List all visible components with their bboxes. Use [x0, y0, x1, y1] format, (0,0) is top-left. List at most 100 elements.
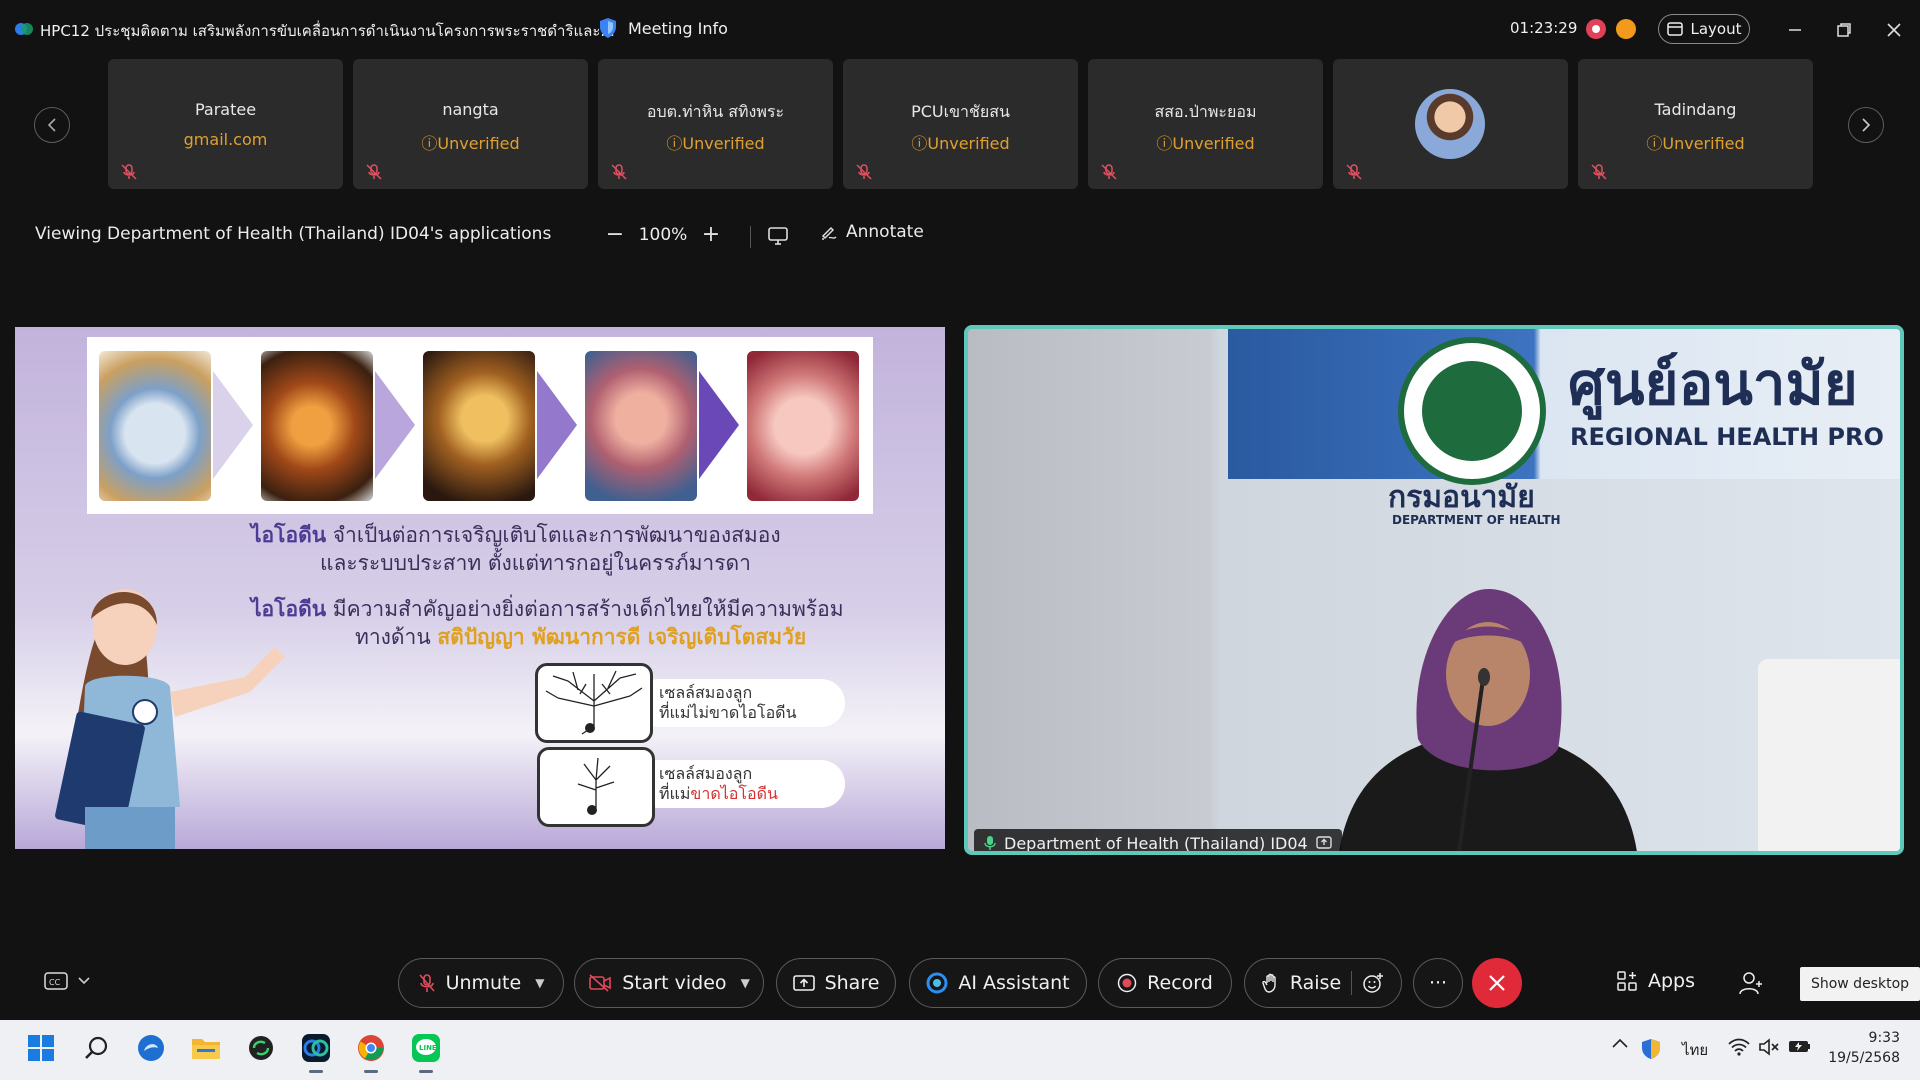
cell-label-line: เซลล์สมองลูก	[659, 683, 753, 702]
webex-icon	[302, 1034, 330, 1062]
record-label: Record	[1147, 972, 1213, 994]
chevron-right-icon	[1862, 118, 1871, 132]
raise-hand-button[interactable]: Raise	[1244, 958, 1402, 1008]
active-speaker-video[interactable]: กรมอนามัย DEPARTMENT OF HEALTH ศูนย์อนาม…	[964, 325, 1904, 855]
captions-button[interactable]: CC	[44, 972, 90, 990]
participant-tile[interactable]	[1333, 59, 1568, 189]
more-options-button[interactable]: ···	[1413, 958, 1463, 1008]
layout-icon	[1666, 22, 1683, 36]
participant-name: PCUเขาชัยสน	[911, 102, 1010, 121]
muted-mic-icon	[418, 974, 435, 992]
participant-email: gmail.com	[183, 130, 268, 149]
taskbar-app-chrome[interactable]	[354, 1031, 388, 1073]
recording-indicator-icon[interactable]	[1586, 19, 1606, 39]
speaker-figure	[1339, 589, 1637, 851]
zoom-level: 100%	[638, 224, 688, 245]
unverified-badge: ⓘUnverified	[353, 130, 588, 154]
taskbar-app-sync[interactable]	[244, 1031, 278, 1065]
chevron-down-icon	[78, 977, 90, 985]
strip-prev-button[interactable]	[34, 107, 70, 143]
participant-tile[interactable]: nangta ⓘUnverified	[353, 59, 588, 189]
share-screen-icon	[792, 975, 815, 991]
participant-name: Paratee	[194, 100, 257, 119]
window-title: HPC12 ประชุมติดตาม เสริมพลังการขับเคลื่อ…	[40, 22, 615, 40]
chevron-down-icon[interactable]: ▼	[741, 976, 750, 990]
chevron-up-icon[interactable]	[1612, 1038, 1628, 1048]
muted-mic-icon	[856, 164, 872, 180]
minimize-icon	[1789, 29, 1801, 31]
meeting-info-button[interactable]: Meeting Info	[598, 17, 728, 39]
zoom-out-button[interactable]: −	[600, 222, 630, 247]
line-app-icon: LINE	[412, 1034, 440, 1062]
start-video-button[interactable]: Start video ▼	[574, 958, 764, 1008]
start-button[interactable]	[24, 1031, 58, 1065]
taskbar-clock[interactable]: 9:33 19/5/2568	[1816, 1028, 1900, 1068]
unverified-badge: ⓘUnverified	[1578, 130, 1813, 154]
share-button[interactable]: Share	[776, 958, 896, 1008]
cell-label: เซลล์สมองลูก ที่แม่ขาดไอโอดีน	[635, 760, 845, 808]
slide-keyword: ไอโอดีน	[251, 523, 327, 547]
restore-button[interactable]	[1830, 16, 1858, 44]
zoom-in-button[interactable]: +	[696, 222, 726, 247]
share-label: Share	[824, 972, 880, 994]
layout-button[interactable]: Layout	[1658, 14, 1750, 44]
system-tray	[1612, 1038, 1628, 1048]
folder-icon	[192, 1039, 220, 1059]
strip-next-button[interactable]	[1848, 107, 1884, 143]
edge-browser-icon	[138, 1035, 164, 1061]
unverified-label: Unverified	[682, 134, 765, 153]
closed-captions-icon: CC	[44, 972, 68, 990]
meeting-timer: 01:23:29	[1510, 19, 1578, 37]
fit-screen-icon[interactable]	[767, 225, 789, 247]
participant-name: Tadindang	[1654, 100, 1737, 119]
taskbar-app-webex[interactable]	[299, 1031, 333, 1073]
participant-tile[interactable]: อบต.ท่าหิน สทิงพระ ⓘUnverified	[598, 59, 833, 189]
taskbar-app-browser[interactable]	[134, 1031, 168, 1065]
participant-name: อบต.ท่าหิน สทิงพระ	[646, 102, 785, 121]
close-button[interactable]	[1880, 16, 1908, 44]
zoom-control: − 100% +	[600, 222, 726, 247]
defender-shield-icon[interactable]	[1640, 1038, 1662, 1060]
windows-logo-icon	[28, 1035, 54, 1061]
video-off-icon	[589, 974, 612, 992]
slide-line: ทางด้าน สติปัญญา พัฒนาการดี เจริญเติบโตส…	[355, 621, 806, 654]
muted-mic-icon	[1346, 164, 1362, 180]
network-status-icon[interactable]	[1616, 19, 1636, 39]
unverified-label: Unverified	[927, 134, 1010, 153]
slide-line-text: จำเป็นต่อการเจริญเติบโตและการพัฒนาของสมอ…	[326, 523, 781, 547]
search-taskbar-button[interactable]	[80, 1031, 114, 1065]
language-indicator[interactable]: ไทย	[1682, 1038, 1708, 1062]
participant-tile[interactable]: สสอ.ป่าพะยอม ⓘUnverified	[1088, 59, 1323, 189]
clock-time: 9:33	[1868, 1030, 1900, 1046]
unverified-icon: ⓘ	[1646, 134, 1663, 153]
show-desktop-tooltip: Show desktop	[1800, 967, 1920, 1001]
taskbar-app-files[interactable]	[189, 1031, 223, 1065]
muted-mic-icon	[611, 164, 627, 180]
reactions-icon[interactable]	[1362, 972, 1384, 994]
meeting-window: HPC12 ประชุมติดตาม เสริมพลังการขับเคลื่อ…	[0, 0, 1920, 1080]
battery-charging-icon	[1789, 1041, 1810, 1052]
apps-button[interactable]: Apps	[1616, 970, 1695, 992]
participants-icon[interactable]	[1738, 970, 1764, 996]
restore-icon	[1837, 23, 1851, 37]
arrow-shape	[537, 371, 577, 479]
unverified-badge: ⓘUnverified	[598, 130, 833, 154]
unmute-button[interactable]: Unmute ▼	[398, 958, 564, 1008]
participant-tile[interactable]: Tadindang ⓘUnverified	[1578, 59, 1813, 189]
chevron-down-icon[interactable]: ▼	[535, 976, 544, 990]
slide-line-text: มีความสำคัญอย่างยิ่งต่อการสร้างเด็กไทยให…	[326, 597, 844, 621]
leave-meeting-button[interactable]	[1472, 958, 1522, 1008]
volume-tray[interactable]	[1758, 1038, 1780, 1056]
network-tray[interactable]	[1728, 1038, 1750, 1056]
apps-grid-icon	[1617, 971, 1637, 991]
participant-tile[interactable]: PCUเขาชัยสน ⓘUnverified	[843, 59, 1078, 189]
ai-assistant-button[interactable]: AI Assistant	[909, 958, 1087, 1008]
taskbar-app-line[interactable]: LINE	[409, 1031, 443, 1073]
search-icon	[85, 1036, 108, 1059]
annotate-button[interactable]: Annotate	[820, 222, 924, 242]
backdrop-title-en: REGIONAL HEALTH PRO	[1570, 423, 1884, 451]
record-button[interactable]: Record	[1098, 958, 1232, 1008]
minimize-button[interactable]	[1781, 16, 1809, 44]
participant-tile[interactable]: Paratee gmail.com	[108, 59, 343, 189]
battery-tray[interactable]	[1788, 1038, 1812, 1054]
